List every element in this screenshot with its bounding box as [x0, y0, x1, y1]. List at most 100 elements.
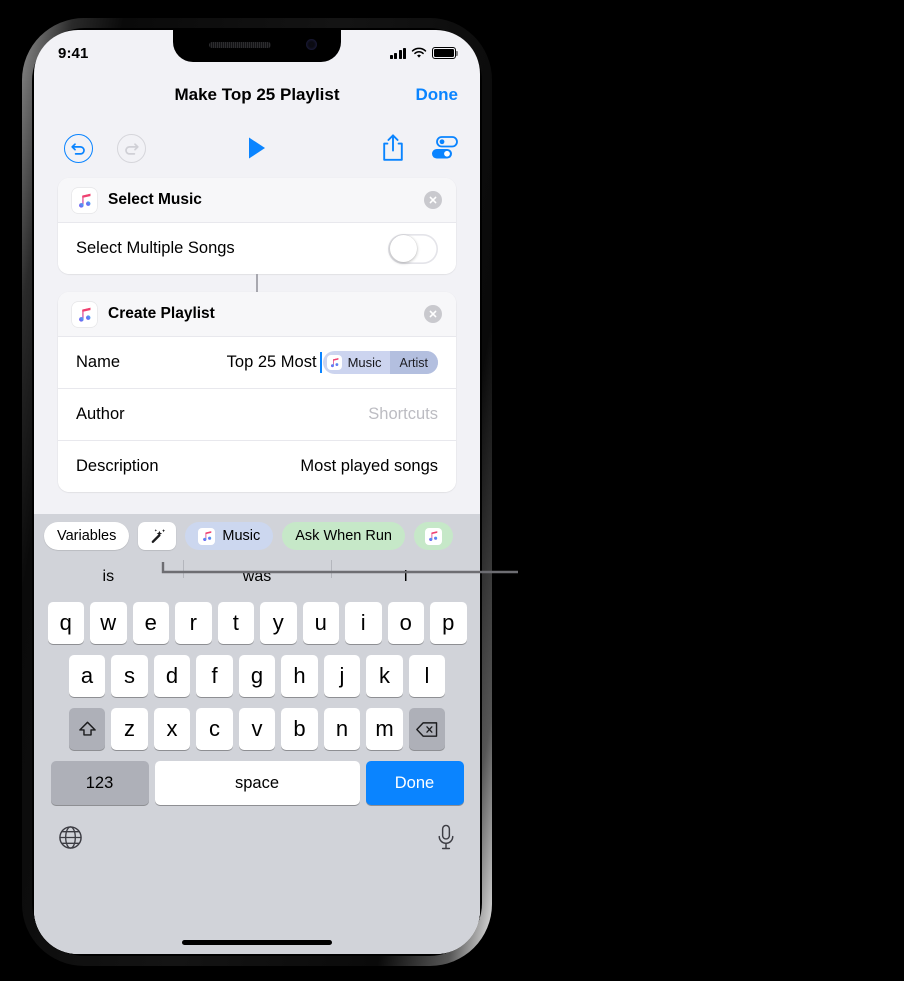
key-y[interactable]: y	[260, 602, 297, 644]
return-key[interactable]: Done	[365, 761, 464, 805]
variables-button[interactable]: Variables	[44, 522, 130, 550]
key-u[interactable]: u	[302, 602, 339, 644]
description-field[interactable]: Most played songs	[300, 457, 438, 476]
name-field[interactable]: Top 25 Most Music Artist	[227, 351, 438, 374]
key-b[interactable]: b	[281, 708, 318, 750]
signal-bars-icon	[389, 47, 406, 59]
keyboard-row-3: zxcvbnm	[37, 708, 477, 750]
action-title: Select Music	[108, 191, 202, 208]
keyboard-row-3-letters: zxcvbnm	[108, 708, 406, 750]
predictive-text-bar: is was I	[34, 558, 480, 596]
param-row-select-multiple-songs[interactable]: Select Multiple Songs	[58, 222, 456, 274]
key-e[interactable]: e	[132, 602, 169, 644]
key-a[interactable]: a	[68, 655, 106, 697]
battery-fill	[434, 49, 454, 57]
status-time: 9:41	[58, 44, 89, 62]
key-i[interactable]: i	[345, 602, 382, 644]
key-t[interactable]: t	[217, 602, 254, 644]
select-multiple-songs-toggle[interactable]	[388, 233, 438, 264]
apple-music-icon	[72, 301, 97, 327]
backspace-icon	[415, 721, 437, 737]
key-l[interactable]: l	[408, 655, 446, 697]
key-o[interactable]: o	[387, 602, 424, 644]
run-button[interactable]	[244, 134, 270, 162]
magic-wand-icon	[151, 528, 165, 543]
apple-music-icon	[72, 187, 97, 213]
key-q[interactable]: q	[47, 602, 84, 644]
key-d[interactable]: d	[153, 655, 191, 697]
param-label: Name	[76, 353, 121, 371]
globe-key[interactable]	[58, 825, 83, 855]
param-row-name[interactable]: Name Top 25 Most Music Artist	[58, 336, 456, 388]
phone-frame: 9:41 Make Top 25 Playlist Done Select Mu…	[22, 18, 492, 966]
key-r[interactable]: r	[175, 602, 212, 644]
author-field[interactable]: Shortcuts	[368, 405, 438, 424]
key-k[interactable]: k	[366, 655, 403, 697]
shift-key[interactable]	[68, 708, 106, 750]
key-z[interactable]: z	[111, 708, 148, 750]
notch	[173, 30, 341, 62]
earpiece-speaker	[209, 42, 271, 48]
share-button[interactable]	[381, 133, 407, 163]
action-connector	[255, 274, 259, 292]
key-w[interactable]: w	[90, 602, 127, 644]
key-g[interactable]: g	[238, 655, 276, 697]
home-indicator	[182, 940, 332, 945]
variable-pill-overflow[interactable]	[413, 522, 453, 550]
param-row-author[interactable]: Author Shortcuts	[58, 388, 456, 440]
variable-token-segment[interactable]: Artist	[389, 351, 438, 374]
action-card-header[interactable]: Create Playlist	[58, 292, 456, 336]
variable-pill-label: Music	[222, 528, 261, 544]
microphone-icon	[438, 824, 454, 850]
redo-button[interactable]	[117, 133, 146, 163]
backspace-key[interactable]	[408, 708, 446, 750]
variable-pill-ask-when-run[interactable]: Ask When Run	[282, 522, 405, 550]
key-rows: qwertyuiop asdfghjkl zxcvbnm 123 space D…	[34, 596, 480, 805]
battery-icon	[432, 47, 459, 59]
shortcut-settings-button[interactable]	[430, 136, 458, 160]
phone-screen: 9:41 Make Top 25 Playlist Done Select Mu…	[34, 30, 480, 954]
action-card-create-playlist[interactable]: Create Playlist Name Top 25 Most Music A…	[58, 292, 456, 492]
prediction-1[interactable]: is	[34, 568, 183, 586]
undo-icon	[71, 142, 85, 155]
keyboard: Variables Music Ask When Run is was I q …	[34, 514, 480, 954]
key-p[interactable]: p	[430, 602, 467, 644]
variable-accessory-bar: Variables Music Ask When Run	[34, 514, 480, 558]
key-v[interactable]: v	[238, 708, 276, 750]
key-c[interactable]: c	[196, 708, 233, 750]
key-j[interactable]: j	[323, 655, 361, 697]
param-row-description[interactable]: Description Most played songs	[58, 440, 456, 492]
settings-toggles-icon	[432, 136, 458, 159]
key-s[interactable]: s	[111, 655, 148, 697]
keyboard-row-4: 123 space Done	[37, 761, 477, 805]
navigation-bar: Make Top 25 Playlist Done	[34, 70, 480, 120]
key-x[interactable]: x	[153, 708, 191, 750]
action-card-select-music[interactable]: Select Music Select Multiple Songs	[58, 178, 456, 274]
action-title: Create Playlist	[108, 305, 215, 322]
param-label: Description	[76, 457, 159, 475]
numbers-key[interactable]: 123	[50, 761, 149, 805]
key-m[interactable]: m	[366, 708, 403, 750]
magic-wand-button[interactable]	[138, 522, 177, 550]
done-button[interactable]: Done	[416, 85, 459, 105]
key-h[interactable]: h	[281, 655, 318, 697]
globe-icon	[59, 826, 82, 849]
undo-button[interactable]	[64, 133, 93, 163]
param-label: Author	[76, 405, 125, 423]
key-n[interactable]: n	[323, 708, 361, 750]
prediction-2[interactable]: was	[182, 560, 332, 586]
wifi-icon	[411, 47, 427, 58]
prediction-3[interactable]: I	[331, 560, 480, 586]
variable-token-label: Music	[347, 355, 382, 370]
action-card-header[interactable]: Select Music	[58, 178, 456, 222]
keyboard-row-1: qwertyuiop	[37, 602, 477, 644]
dictation-key[interactable]	[436, 824, 456, 856]
apple-music-icon	[424, 527, 442, 545]
space-key[interactable]: space	[154, 761, 360, 805]
variable-pill-music[interactable]: Music	[185, 522, 274, 550]
param-label: Select Multiple Songs	[76, 239, 235, 257]
variable-token[interactable]: Music Artist	[322, 351, 438, 374]
remove-circle-icon[interactable]	[424, 305, 442, 323]
remove-circle-icon[interactable]	[424, 191, 442, 209]
key-f[interactable]: f	[196, 655, 233, 697]
